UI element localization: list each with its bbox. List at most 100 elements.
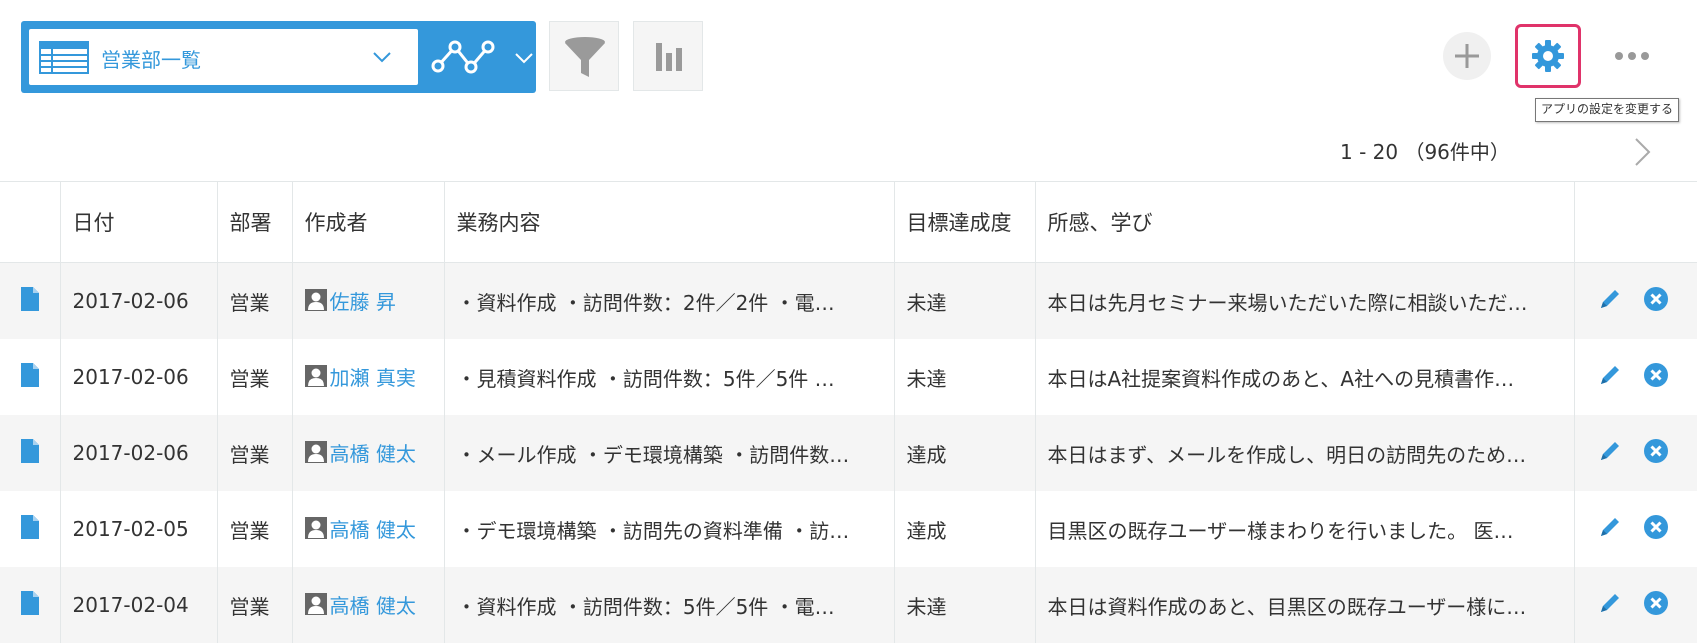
document-icon[interactable] (21, 363, 39, 392)
cell-achievement: 達成 (894, 415, 1035, 491)
pagination-count: 1 - 20 （96件中） (1340, 136, 1510, 165)
row-actions (1575, 438, 1697, 469)
document-icon[interactable] (21, 439, 39, 468)
graph-view-button[interactable] (418, 21, 536, 93)
pencil-icon[interactable] (1597, 438, 1623, 469)
cell-creator: 高橋 健太 (292, 567, 444, 643)
cell-creator: 加瀬 真実 (292, 339, 444, 415)
creator-link[interactable]: 高橋 健太 (305, 514, 416, 543)
app-settings-button[interactable] (1515, 24, 1581, 88)
creator-name: 加瀬 真実 (330, 362, 416, 391)
close-circle-icon[interactable] (1643, 362, 1669, 393)
add-record-button[interactable] (1443, 32, 1491, 80)
chevron-down-icon (514, 50, 534, 69)
header-icon-cell (0, 182, 60, 263)
cell-actions (1574, 339, 1697, 415)
close-circle-icon[interactable] (1643, 590, 1669, 621)
creator-link[interactable]: 佐藤 昇 (305, 286, 396, 315)
creator-name: 高橋 健太 (330, 590, 416, 619)
user-avatar-icon (305, 517, 327, 539)
cell-department: 営業 (217, 567, 292, 643)
header-creator[interactable]: 作成者 (292, 182, 444, 263)
record-icon-cell (0, 567, 60, 643)
header-actions-cell (1574, 182, 1697, 263)
table-row: 2017-02-04営業 高橋 健太・資料作成 ・訪問件数：5件／5件 ・電…未達… (0, 567, 1697, 643)
cell-actions (1574, 491, 1697, 567)
cell-department: 営業 (217, 263, 292, 340)
filter-button[interactable] (549, 21, 619, 91)
header-date[interactable]: 日付 (60, 182, 217, 263)
cell-date: 2017-02-06 (60, 263, 217, 340)
cell-date: 2017-02-06 (60, 415, 217, 491)
gear-icon (1531, 39, 1565, 73)
cell-department: 営業 (217, 415, 292, 491)
table-row: 2017-02-06営業加瀬 真実・見積資料作成 ・訪問件数：5件／5件 …未達… (0, 339, 1697, 415)
close-circle-icon[interactable] (1643, 286, 1669, 317)
list-view-icon (39, 41, 89, 78)
next-page-button[interactable] (1630, 136, 1654, 168)
cell-date: 2017-02-05 (60, 491, 217, 567)
cell-task: ・資料作成 ・訪問件数：5件／5件 ・電… (444, 567, 894, 643)
more-options-button[interactable] (1608, 40, 1656, 72)
pencil-icon[interactable] (1597, 286, 1623, 317)
cell-achievement: 未達 (894, 339, 1035, 415)
table-row: 2017-02-06営業佐藤 昇・資料作成 ・訪問件数：2件／2件 ・電…未達本… (0, 263, 1697, 340)
cell-creator: 高橋 健太 (292, 491, 444, 567)
graphs-button[interactable] (633, 21, 703, 91)
pencil-icon[interactable] (1597, 514, 1623, 545)
bar-chart-icon (634, 22, 704, 92)
cell-thoughts: 本日はA社提案資料作成のあと、A社への見積書作… (1035, 339, 1574, 415)
chevron-right-icon (1630, 136, 1654, 168)
creator-name: 高橋 健太 (330, 438, 416, 467)
creator-name: 高橋 健太 (330, 514, 416, 543)
document-icon[interactable] (21, 515, 39, 544)
chevron-down-icon (372, 49, 392, 68)
pencil-icon[interactable] (1597, 362, 1623, 393)
table-header-row: 日付 部署 作成者 業務内容 目標達成度 所感、学び (0, 182, 1697, 263)
header-task[interactable]: 業務内容 (444, 182, 894, 263)
plus-icon (1443, 32, 1491, 80)
table-row: 2017-02-05営業高橋 健太・デモ環境構築 ・訪問先の資料準備 ・訪…達成… (0, 491, 1697, 567)
record-icon-cell (0, 263, 60, 340)
record-icon-cell (0, 491, 60, 567)
cell-task: ・メール作成 ・デモ環境構築 ・訪問件数… (444, 415, 894, 491)
pencil-icon[interactable] (1597, 590, 1623, 621)
header-thoughts[interactable]: 所感、学び (1035, 182, 1574, 263)
creator-link[interactable]: 加瀬 真実 (305, 362, 416, 391)
user-avatar-icon (305, 441, 327, 463)
cell-thoughts: 本日は先月セミナー来場いただいた際に相談いただ… (1035, 263, 1574, 340)
cell-actions (1574, 263, 1697, 340)
cell-thoughts: 本日はまず、メールを作成し、明日の訪問先のため… (1035, 415, 1574, 491)
cell-date: 2017-02-06 (60, 339, 217, 415)
user-avatar-icon (305, 365, 327, 387)
document-icon[interactable] (21, 591, 39, 620)
cell-date: 2017-02-04 (60, 567, 217, 643)
settings-tooltip: アプリの設定を変更する (1535, 98, 1679, 122)
creator-link[interactable]: 高橋 健太 (305, 438, 416, 467)
document-icon[interactable] (21, 287, 39, 316)
line-graph-icon (431, 39, 495, 79)
header-department[interactable]: 部署 (217, 182, 292, 263)
header-achievement[interactable]: 目標達成度 (894, 182, 1035, 263)
record-icon-cell (0, 415, 60, 491)
more-icon (1608, 40, 1656, 72)
creator-link[interactable]: 高橋 健太 (305, 590, 416, 619)
close-circle-icon[interactable] (1643, 438, 1669, 469)
table-row: 2017-02-06営業 高橋 健太・メール作成 ・デモ環境構築 ・訪問件数…達成… (0, 415, 1697, 491)
row-actions (1575, 590, 1697, 621)
cell-actions (1574, 567, 1697, 643)
cell-creator: 佐藤 昇 (292, 263, 444, 340)
filter-icon (550, 22, 620, 92)
row-actions (1575, 514, 1697, 545)
record-icon-cell (0, 339, 60, 415)
cell-achievement: 未達 (894, 567, 1035, 643)
cell-task: ・見積資料作成 ・訪問件数：5件／5件 … (444, 339, 894, 415)
cell-achievement: 達成 (894, 491, 1035, 567)
creator-name: 佐藤 昇 (330, 286, 396, 315)
close-circle-icon[interactable] (1643, 514, 1669, 545)
view-select-dropdown[interactable]: 営業部一覧 (29, 29, 418, 85)
row-actions (1575, 286, 1697, 317)
user-avatar-icon (305, 593, 327, 615)
cell-task: ・デモ環境構築 ・訪問先の資料準備 ・訪… (444, 491, 894, 567)
user-avatar-icon (305, 289, 327, 311)
